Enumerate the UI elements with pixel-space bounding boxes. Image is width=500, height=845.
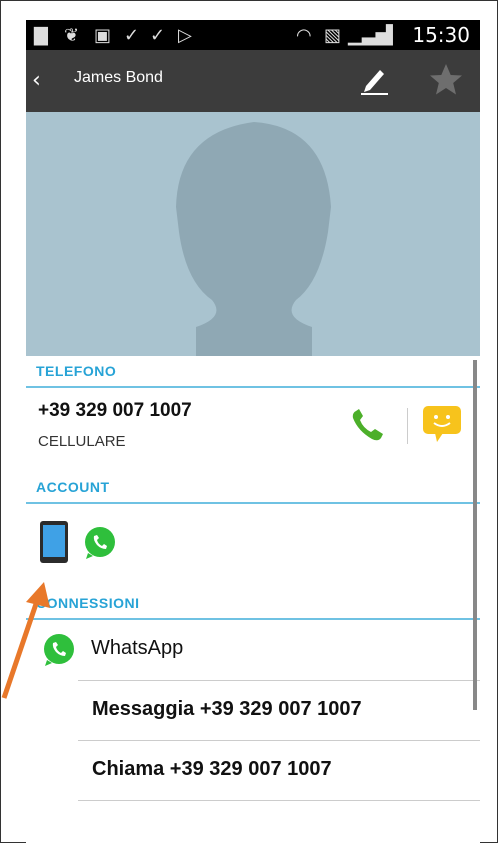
section-header-account: ACCOUNT xyxy=(26,470,480,504)
sim-icon: ▧ xyxy=(324,24,342,46)
download-icon: ✓ xyxy=(124,24,140,46)
section-title-telefono: TELEFONO xyxy=(36,363,117,379)
leaf-icon: ❦ xyxy=(64,24,80,46)
call-action-label: Chiama +39 329 007 1007 xyxy=(92,758,332,780)
avatar-silhouette-icon xyxy=(176,122,331,356)
phone-screen: ▇ ❦ ▣ ✓ ✓ ▷ ◠ ▧ ▁▃▅ ▌ 15:30 ‹ James Bond… xyxy=(26,20,480,845)
call-icon[interactable] xyxy=(348,405,388,445)
signal-icon: ▁▃▅ xyxy=(348,24,390,46)
message-action-row[interactable]: Messaggia +39 329 007 1007 xyxy=(78,680,480,741)
download-icon: ✓ xyxy=(150,24,166,46)
notification-icon: ▇ xyxy=(34,24,48,46)
favorite-star-icon[interactable] xyxy=(426,60,466,100)
section-title-account: ACCOUNT xyxy=(36,479,110,495)
annotation-arrow-icon xyxy=(1,582,50,699)
phone-account-icon[interactable] xyxy=(39,520,69,564)
play-store-icon: ▷ xyxy=(178,24,192,46)
back-icon[interactable]: ‹ xyxy=(32,68,41,93)
contact-name-title: James Bond xyxy=(74,69,163,86)
phone-number[interactable]: +39 329 007 1007 xyxy=(38,400,192,422)
phone-type-label: CELLULARE xyxy=(38,433,126,450)
whatsapp-account-icon[interactable] xyxy=(82,525,118,561)
section-header-telefono: TELEFONO xyxy=(26,354,480,388)
message-icon[interactable] xyxy=(421,403,463,445)
action-divider xyxy=(407,408,408,444)
action-bar: ‹ James Bond xyxy=(26,50,480,112)
edit-icon[interactable] xyxy=(356,62,392,98)
scrollbar[interactable] xyxy=(473,360,477,710)
image-icon: ▣ xyxy=(94,24,112,46)
call-action-row[interactable]: Chiama +39 329 007 1007 xyxy=(78,740,480,801)
message-action-label: Messaggia +39 329 007 1007 xyxy=(92,698,362,720)
status-time: 15:30 xyxy=(412,23,470,47)
list-divider xyxy=(78,800,480,802)
contact-photo-placeholder xyxy=(26,112,480,356)
battery-icon: ▌ xyxy=(386,24,400,46)
section-header-connessioni: CONNESSIONI xyxy=(26,586,480,620)
whatsapp-label[interactable]: WhatsApp xyxy=(91,637,183,660)
wifi-icon: ◠ xyxy=(296,24,312,46)
status-bar: ▇ ❦ ▣ ✓ ✓ ▷ ◠ ▧ ▁▃▅ ▌ 15:30 xyxy=(26,20,480,50)
